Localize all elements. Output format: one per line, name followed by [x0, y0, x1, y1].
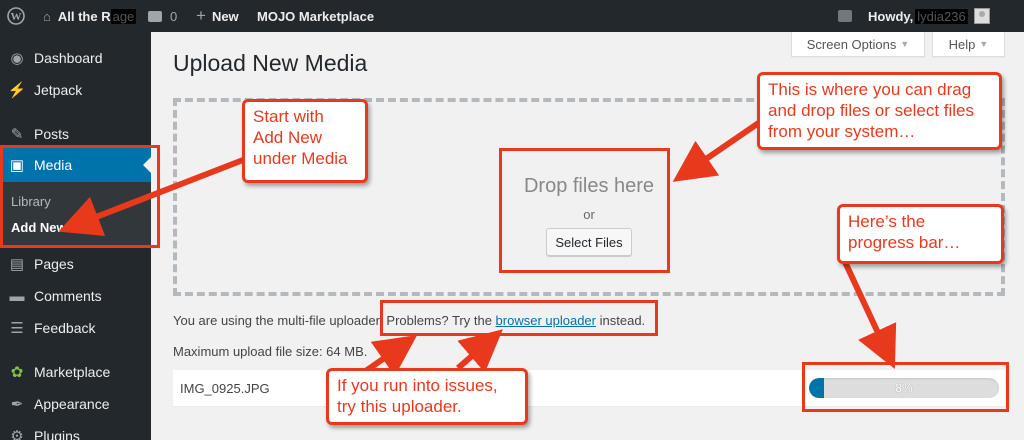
arrow-to-progress: [842, 260, 897, 370]
arrow-to-dropzone: [672, 119, 762, 182]
arrow-to-add-new: [58, 157, 245, 236]
media-callout: Start with Add New under Media: [242, 99, 368, 183]
progress-callout: Here’s the progress bar…: [837, 204, 1004, 264]
uploader-callout: If you run into issues, try this uploade…: [326, 368, 528, 425]
dropzone-callout: This is where you can drag and drop file…: [757, 72, 1002, 150]
arrow-to-uploader-2: [456, 329, 503, 373]
